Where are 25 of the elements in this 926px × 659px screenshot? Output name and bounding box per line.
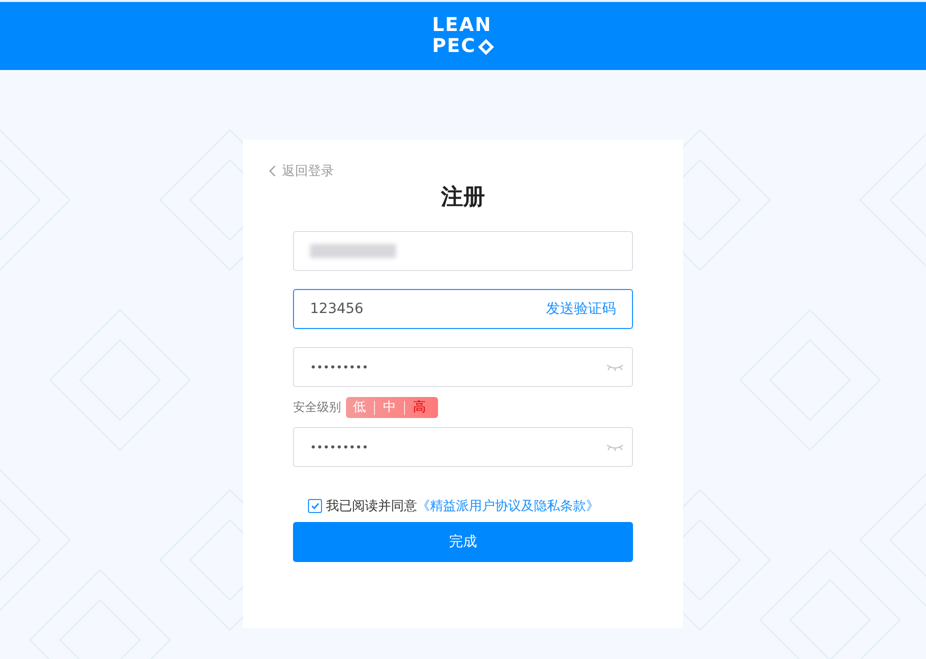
strength-level: 低 xyxy=(352,400,367,414)
diamond-logo-icon xyxy=(478,38,494,54)
checkmark-icon xyxy=(310,501,320,511)
submit-button[interactable]: 完成 xyxy=(293,522,633,562)
logo-text: LEAN xyxy=(432,15,493,36)
register-title: 注册 xyxy=(440,184,486,212)
verification-code-field[interactable]: 123456 发送验证码 xyxy=(293,289,633,329)
security-level-label: 安全级别 xyxy=(293,399,341,416)
password-field[interactable]: ••••••••• xyxy=(293,347,633,387)
logo-text: PEC xyxy=(432,36,476,57)
input-value: ••••••••• xyxy=(310,360,370,374)
send-code-button[interactable]: 发送验证码 xyxy=(546,300,616,318)
agreement-text: 我已阅读并同意 xyxy=(326,498,417,515)
closed-eye-icon[interactable] xyxy=(606,363,624,371)
back-to-login-link[interactable]: 返回登录 xyxy=(269,162,334,180)
agreement-checkbox[interactable] xyxy=(308,499,322,513)
input-value: ••••••••• xyxy=(310,440,370,454)
confirm-password-field[interactable]: ••••••••• xyxy=(293,427,633,467)
strength-level: 高 xyxy=(404,400,434,414)
chevron-left-icon xyxy=(269,165,277,177)
account-field[interactable] xyxy=(293,231,633,271)
terms-link[interactable]: 《精益派用户协议及隐私条款》 xyxy=(417,497,599,515)
input-value: 123456 xyxy=(310,301,364,317)
closed-eye-icon[interactable] xyxy=(606,443,624,451)
strength-level: 中 xyxy=(374,400,404,414)
